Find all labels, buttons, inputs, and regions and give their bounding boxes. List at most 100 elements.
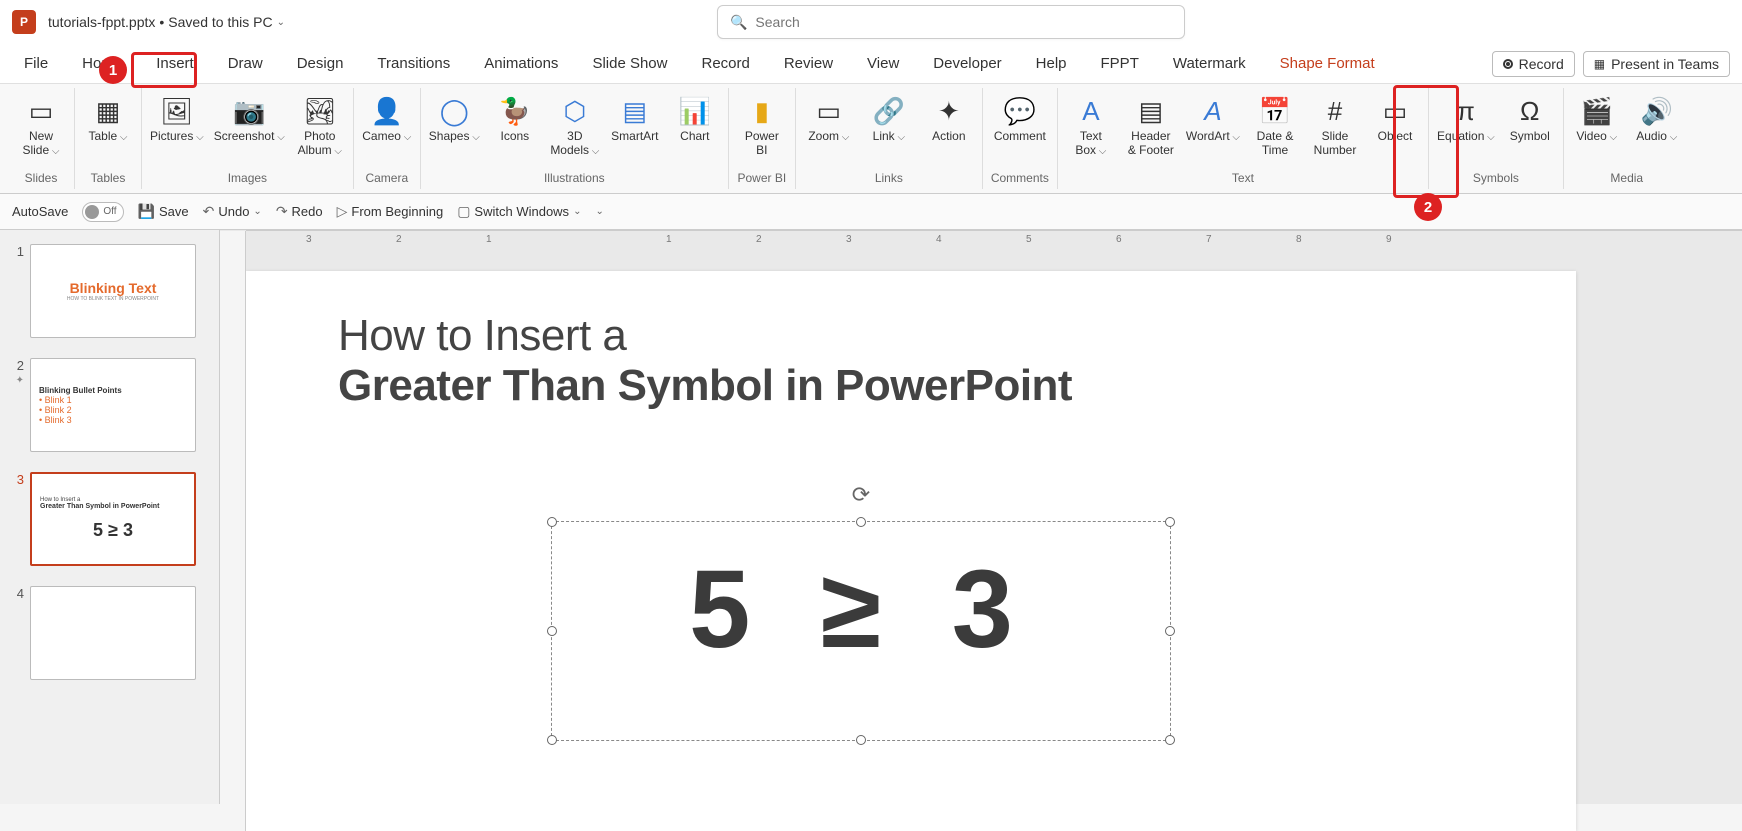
thumb-line2: Greater Than Symbol in PowerPoint xyxy=(40,503,186,510)
slide-thumbnail-3[interactable]: How to Insert a Greater Than Symbol in P… xyxy=(30,472,196,566)
group-label-links: Links xyxy=(875,169,903,187)
slide-canvas[interactable]: How to Insert a Greater Than Symbol in P… xyxy=(246,231,1742,831)
tab-transitions[interactable]: Transitions xyxy=(371,53,456,74)
autosave-toggle[interactable]: Off xyxy=(82,202,123,222)
object-button[interactable]: ▭Object xyxy=(1370,90,1420,144)
group-powerbi: ▮PowerBI Power BI xyxy=(729,88,796,189)
photo-album-button[interactable]: 🏞PhotoAlbum xyxy=(295,90,345,158)
icons-icon: 🦆 xyxy=(498,94,532,128)
resize-handle[interactable] xyxy=(547,517,557,527)
resize-handle[interactable] xyxy=(547,735,557,745)
group-label-symbols: Symbols xyxy=(1473,169,1519,187)
smartart-button[interactable]: ▤SmartArt xyxy=(610,90,660,144)
vertical-ruler[interactable] xyxy=(220,231,246,831)
slide-thumbnail-1[interactable]: Blinking Text HOW TO BLINK TEXT IN POWER… xyxy=(30,244,196,338)
tab-draw[interactable]: Draw xyxy=(222,53,269,74)
slide-title[interactable]: How to Insert a Greater Than Symbol in P… xyxy=(338,311,1484,411)
rotate-handle-icon[interactable]: ⟳ xyxy=(852,482,870,508)
tab-slideshow[interactable]: Slide Show xyxy=(586,53,673,74)
thumbnail-row: 2 ✦ Blinking Bullet Points • Blink 1 • B… xyxy=(10,358,209,452)
tab-insert[interactable]: Insert xyxy=(150,53,200,74)
slide-thumbnail-2[interactable]: Blinking Bullet Points • Blink 1 • Blink… xyxy=(30,358,196,452)
audio-button[interactable]: 🔊Audio xyxy=(1632,90,1682,144)
slide-thumbnails-panel[interactable]: 1 Blinking Text HOW TO BLINK TEXT IN POW… xyxy=(0,230,220,804)
shapes-button[interactable]: ◯Shapes xyxy=(429,90,480,144)
tab-file[interactable]: File xyxy=(18,53,54,74)
comment-button[interactable]: 💬Comment xyxy=(994,90,1046,144)
table-button[interactable]: ▦Table xyxy=(83,90,133,144)
tab-help[interactable]: Help xyxy=(1030,53,1073,74)
chevron-down-icon[interactable]: ⌄ xyxy=(277,17,285,28)
pictures-icon: 🖼 xyxy=(160,94,194,128)
powerbi-icon: ▮ xyxy=(745,94,779,128)
pictures-button[interactable]: 🖼Pictures xyxy=(150,90,204,144)
save-button[interactable]: 💾Save xyxy=(138,203,189,220)
slide[interactable]: How to Insert a Greater Than Symbol in P… xyxy=(246,271,1576,831)
icons-button[interactable]: 🦆Icons xyxy=(490,90,540,144)
video-button[interactable]: 🎬Video xyxy=(1572,90,1622,144)
thumb-title: Blinking Text xyxy=(39,280,187,296)
resize-handle[interactable] xyxy=(547,626,557,636)
powerbi-button[interactable]: ▮PowerBI xyxy=(737,90,787,158)
record-button[interactable]: Record xyxy=(1492,51,1575,77)
resize-handle[interactable] xyxy=(1165,626,1175,636)
screenshot-icon: 📷 xyxy=(232,94,266,128)
datetime-button[interactable]: 📅Date &Time xyxy=(1250,90,1300,158)
switch-windows-button[interactable]: ▢Switch Windows⌄ xyxy=(457,203,581,220)
from-beginning-button[interactable]: ▷From Beginning xyxy=(337,203,444,220)
record-icon xyxy=(1503,59,1513,69)
tab-shape-format[interactable]: Shape Format xyxy=(1274,53,1381,74)
resize-handle[interactable] xyxy=(1165,517,1175,527)
screenshot-button[interactable]: 📷Screenshot xyxy=(214,90,285,144)
chevron-down-icon[interactable]: ⌄ xyxy=(573,206,581,217)
wordart-icon: A xyxy=(1196,94,1230,128)
qat-overflow[interactable]: ⌄ xyxy=(595,206,603,217)
group-label-text: Text xyxy=(1232,169,1254,187)
group-label-illustrations: Illustrations xyxy=(544,169,605,187)
chevron-down-icon[interactable]: ⌄ xyxy=(253,206,261,217)
audio-icon: 🔊 xyxy=(1640,94,1674,128)
3d-models-button[interactable]: ⬡3DModels xyxy=(550,90,600,158)
selected-textbox[interactable]: ⟳ 5 ≥ 3 xyxy=(551,521,1171,741)
textbox-content[interactable]: 5 ≥ 3 xyxy=(552,522,1170,698)
tab-record[interactable]: Record xyxy=(695,53,755,74)
link-button[interactable]: 🔗Link xyxy=(864,90,914,144)
tab-review[interactable]: Review xyxy=(778,53,839,74)
tab-fppt[interactable]: FPPT xyxy=(1095,53,1145,74)
undo-icon: ↶ xyxy=(203,203,215,220)
resize-handle[interactable] xyxy=(856,735,866,745)
search-box[interactable]: 🔍 xyxy=(717,5,1185,39)
header-footer-button[interactable]: ▤Header& Footer xyxy=(1126,90,1176,158)
tab-home[interactable]: Home xyxy=(76,53,128,74)
resize-handle[interactable] xyxy=(856,517,866,527)
wordart-button[interactable]: AWordArt xyxy=(1186,90,1240,144)
textbox-button[interactable]: ATextBox xyxy=(1066,90,1116,158)
redo-button[interactable]: ↷Redo xyxy=(276,203,323,220)
chart-button[interactable]: 📊Chart xyxy=(670,90,720,144)
chart-icon: 📊 xyxy=(678,94,712,128)
save-icon: 💾 xyxy=(138,203,155,220)
search-input[interactable] xyxy=(755,14,1172,30)
cameo-button[interactable]: 👤Cameo xyxy=(362,90,412,144)
document-title[interactable]: tutorials-fppt.pptx • Saved to this PC ⌄ xyxy=(48,14,285,30)
undo-button[interactable]: ↶Undo⌄ xyxy=(203,203,262,220)
present-in-teams-button[interactable]: ▦Present in Teams xyxy=(1583,51,1730,77)
tab-design[interactable]: Design xyxy=(291,53,350,74)
thumb-bullet: • Blink 3 xyxy=(39,415,187,425)
object-icon: ▭ xyxy=(1378,94,1412,128)
new-slide-button[interactable]: ▭NewSlide xyxy=(16,90,66,158)
teams-icon: ▦ xyxy=(1594,57,1605,71)
symbol-button[interactable]: ΩSymbol xyxy=(1505,90,1555,144)
tab-view[interactable]: View xyxy=(861,53,905,74)
group-label-comments: Comments xyxy=(991,169,1049,187)
app-icon: P xyxy=(12,10,36,34)
resize-handle[interactable] xyxy=(1165,735,1175,745)
action-button[interactable]: ✦Action xyxy=(924,90,974,144)
slide-thumbnail-4[interactable] xyxy=(30,586,196,680)
zoom-button[interactable]: ▭Zoom xyxy=(804,90,854,144)
tab-developer[interactable]: Developer xyxy=(927,53,1007,74)
slidenumber-button[interactable]: #SlideNumber xyxy=(1310,90,1360,158)
tab-animations[interactable]: Animations xyxy=(478,53,564,74)
equation-button[interactable]: πEquation xyxy=(1437,90,1495,144)
tab-watermark[interactable]: Watermark xyxy=(1167,53,1252,74)
